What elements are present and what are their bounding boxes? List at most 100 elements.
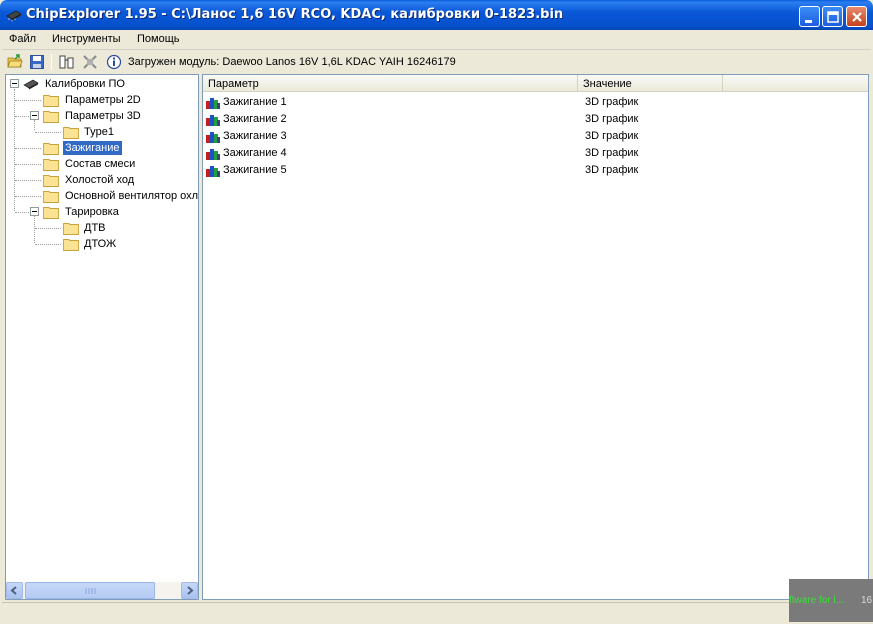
close-icon [852, 12, 862, 22]
tree-connector [15, 164, 41, 165]
toolbar: Загружен модуль: Daewoo Lanos 16V 1,6L K… [2, 51, 871, 73]
maximize-icon [827, 11, 839, 23]
parameter-list[interactable]: Параметр Значение Зажигание 1 3D график … [202, 74, 869, 600]
tree-connector [35, 244, 61, 245]
chevron-left-icon [10, 586, 17, 595]
collapse-icon[interactable] [30, 207, 39, 216]
parameter-value: 3D график [585, 96, 639, 108]
folder-icon [43, 175, 59, 187]
tree-label: ДТОЖ [84, 238, 117, 250]
open-folder-icon[interactable] [7, 54, 23, 70]
overlay-text: ftware for l... [789, 595, 845, 606]
toolbar-separator [51, 54, 52, 70]
tree-item-fan[interactable]: Основной вентилятор охлаждения [6, 188, 199, 204]
tree-label: Состав смеси [65, 158, 136, 170]
folder-icon [63, 239, 79, 251]
list-item[interactable]: Зажигание 1 3D график [203, 94, 868, 111]
tree-label: ДТВ [84, 222, 106, 234]
menu-bar: Файл Инструменты Помощь [2, 30, 871, 50]
menu-tools[interactable]: Инструменты [52, 33, 121, 45]
3d-chart-icon [206, 149, 220, 160]
info-icon[interactable] [106, 54, 122, 70]
disconnect-icon[interactable] [82, 54, 98, 70]
tree-item-root[interactable]: Калибровки ПО [6, 76, 196, 92]
tree-item-ignition[interactable]: Зажигание [6, 140, 196, 156]
menu-help[interactable]: Помощь [137, 33, 180, 45]
tree-connector [35, 228, 61, 229]
tree-item-idle[interactable]: Холостой ход [6, 172, 196, 188]
tree-connector [15, 180, 41, 181]
menu-file[interactable]: Файл [9, 33, 36, 45]
tree-item-dtv[interactable]: ДТВ [6, 220, 196, 236]
list-header: Параметр Значение [203, 75, 868, 92]
tree-connector [15, 212, 29, 213]
tree-label-selected: Зажигание [63, 141, 122, 155]
tree-connector [35, 132, 61, 133]
folder-icon [63, 223, 79, 235]
minimize-button[interactable] [799, 6, 820, 27]
folder-icon [43, 191, 59, 203]
loaded-module-label: Загружен модуль: Daewoo Lanos 16V 1,6L K… [128, 56, 456, 68]
save-icon[interactable] [29, 54, 45, 70]
tree-item-calibration[interactable]: Тарировка [6, 204, 196, 220]
parameter-name: Зажигание 4 [223, 147, 287, 159]
scroll-left-button[interactable] [6, 582, 23, 599]
folder-icon [43, 143, 59, 155]
list-item[interactable]: Зажигание 5 3D график [203, 162, 868, 179]
parameter-value: 3D график [585, 130, 639, 142]
tree-item-mixture[interactable]: Состав смеси [6, 156, 196, 172]
tree-label: Калибровки ПО [45, 78, 125, 90]
list-item[interactable]: Зажигание 2 3D график [203, 111, 868, 128]
tree-connector [15, 196, 41, 197]
title-bar[interactable]: ChipExplorer 1.95 - C:\Ланос 1,6 16V RCO… [0, 0, 873, 30]
close-button[interactable] [846, 6, 867, 27]
3d-chart-icon [206, 115, 220, 126]
tree-label: Type1 [84, 126, 114, 138]
column-header-value[interactable]: Значение [578, 75, 723, 92]
folder-icon [43, 111, 59, 123]
maximize-button[interactable] [822, 6, 843, 27]
collapse-icon[interactable] [30, 111, 39, 120]
3d-chart-icon [206, 98, 220, 109]
folder-icon [63, 127, 79, 139]
list-item[interactable]: Зажигание 4 3D график [203, 145, 868, 162]
tree-connector [15, 116, 29, 117]
parameter-value: 3D график [585, 113, 639, 125]
scroll-thumb[interactable] [25, 582, 155, 599]
tree-item-params-2d[interactable]: Параметры 2D [6, 92, 196, 108]
tree-horizontal-scrollbar[interactable] [6, 582, 198, 599]
calibration-tree[interactable]: Калибровки ПО Параметры 2D Параметры 3D … [5, 74, 199, 600]
3d-chart-icon [206, 132, 220, 143]
compare-icon[interactable] [59, 54, 75, 70]
chevron-right-icon [187, 586, 194, 595]
scroll-right-button[interactable] [181, 582, 198, 599]
parameter-name: Зажигание 1 [223, 96, 287, 108]
3d-chart-icon [206, 166, 220, 177]
tree-connector [15, 148, 41, 149]
status-bar [2, 602, 871, 622]
collapse-icon[interactable] [10, 79, 19, 88]
parameter-name: Зажигание 2 [223, 113, 287, 125]
parameter-name: Зажигание 5 [223, 164, 287, 176]
tree-item-params-3d[interactable]: Параметры 3D [6, 108, 196, 124]
column-header-parameter[interactable]: Параметр [203, 75, 578, 92]
tree-item-dtozh[interactable]: ДТОЖ [6, 236, 196, 252]
tree-label: Параметры 3D [65, 110, 141, 122]
minimize-icon [805, 20, 812, 23]
folder-icon [43, 159, 59, 171]
tree-label: Основной вентилятор охлаждения [65, 190, 199, 202]
tree-label: Параметры 2D [65, 94, 141, 106]
taskbar-overlay[interactable]: ftware for l... 16 [789, 579, 873, 622]
tree-label: Тарировка [65, 206, 119, 218]
parameter-value: 3D график [585, 164, 639, 176]
tree-label: Холостой ход [65, 174, 135, 186]
list-item[interactable]: Зажигание 3 3D график [203, 128, 868, 145]
parameter-value: 3D график [585, 147, 639, 159]
tree-connector [15, 100, 41, 101]
overlay-number: 16 [861, 595, 873, 606]
folder-icon [43, 95, 59, 107]
grip-icon [85, 588, 96, 594]
window-title: ChipExplorer 1.95 - C:\Ланос 1,6 16V RCO… [26, 7, 564, 22]
parameter-name: Зажигание 3 [223, 130, 287, 142]
tree-item-type1[interactable]: Type1 [6, 124, 196, 140]
